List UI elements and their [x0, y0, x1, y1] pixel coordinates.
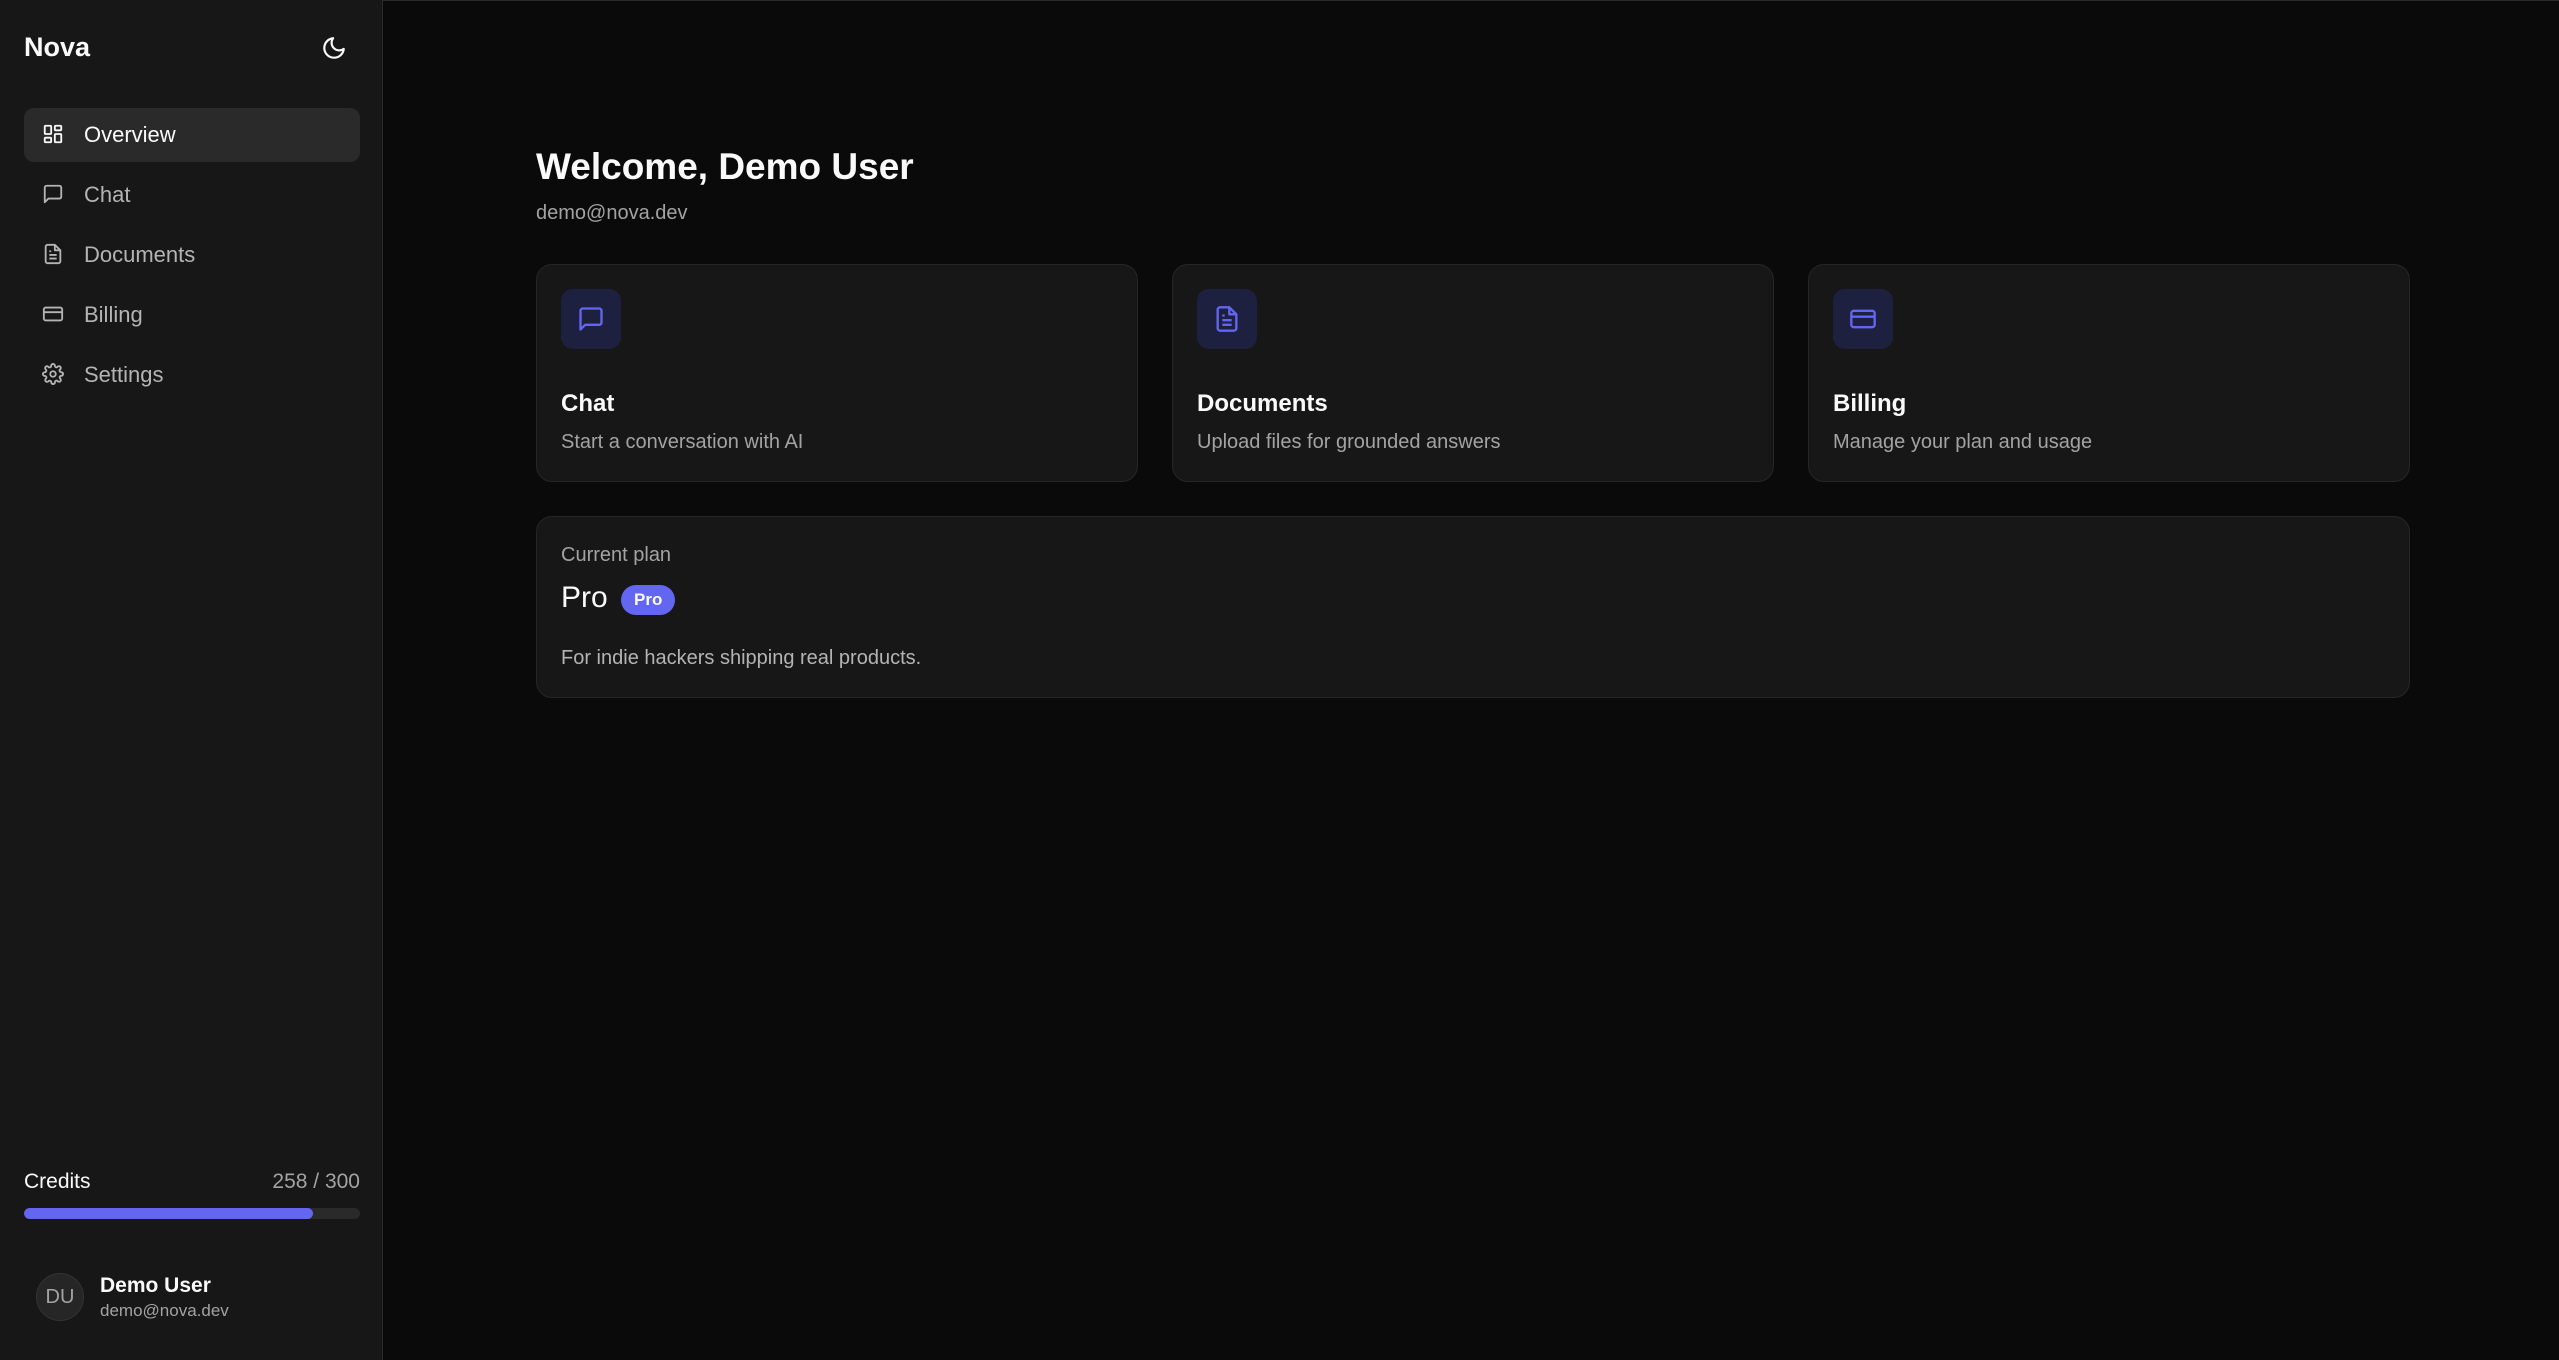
credits-label: Credits: [24, 1170, 91, 1193]
card-description: Manage your plan and usage: [1833, 431, 2093, 453]
moon-icon: [321, 35, 347, 66]
page-title: Welcome, Demo User: [536, 146, 914, 187]
chat-icon: [42, 183, 66, 207]
credits-value: 258 / 300: [272, 1170, 360, 1193]
card-title: Chat: [561, 390, 615, 417]
document-icon: [42, 243, 66, 267]
gear-icon: [42, 363, 66, 387]
chat-icon: [561, 289, 621, 349]
avatar: DU: [36, 1273, 84, 1321]
plan-description: For indie hackers shipping real products…: [561, 647, 922, 669]
user-email-subtitle: demo@nova.dev: [536, 202, 688, 224]
document-icon: [1197, 289, 1257, 349]
credits-panel: Credits 258 / 300: [24, 1170, 360, 1219]
sidebar-item-label: Settings: [84, 362, 164, 387]
card-documents[interactable]: Documents Upload files for grounded answ…: [1172, 264, 1774, 482]
brand-logo[interactable]: Nova: [24, 32, 90, 63]
quick-links: Chat Start a conversation with AI Docume…: [536, 264, 2410, 482]
sidebar-item-label: Documents: [84, 242, 196, 267]
sidebar-item-chat[interactable]: Chat: [24, 168, 360, 222]
sidebar-item-billing[interactable]: Billing: [24, 288, 360, 342]
plan-label: Current plan: [561, 544, 672, 566]
plan-badge: Pro: [621, 585, 676, 615]
sidebar-item-documents[interactable]: Documents: [24, 228, 360, 282]
sidebar-nav: Overview Chat Documents Billing Settings: [24, 108, 360, 408]
sidebar-item-overview[interactable]: Overview: [24, 108, 360, 162]
card-billing[interactable]: Billing Manage your plan and usage: [1808, 264, 2410, 482]
credits-progress-bar: [24, 1208, 360, 1219]
sidebar-item-label: Overview: [84, 122, 176, 147]
sidebar-item-label: Chat: [84, 182, 131, 207]
sidebar-item-label: Billing: [84, 302, 143, 327]
credit-card-icon: [42, 303, 66, 327]
card-description: Upload files for grounded answers: [1197, 431, 1501, 453]
card-chat[interactable]: Chat Start a conversation with AI: [536, 264, 1138, 482]
plan-name: Pro: [561, 581, 608, 614]
sidebar-item-settings[interactable]: Settings: [24, 348, 360, 402]
dashboard-icon: [42, 123, 66, 147]
credit-card-icon: [1833, 289, 1893, 349]
current-plan-card: Current plan Pro Pro For indie hackers s…: [536, 516, 2410, 698]
user-email: demo@nova.dev: [100, 1300, 229, 1320]
sidebar: Nova Overview Chat Documents Billing Set…: [0, 0, 383, 1360]
top-border: [0, 0, 2559, 1]
user-name: Demo User: [100, 1273, 211, 1297]
credits-progress-fill: [24, 1208, 313, 1219]
card-description: Start a conversation with AI: [561, 431, 804, 453]
user-profile[interactable]: DU Demo User demo@nova.dev: [24, 1260, 360, 1334]
theme-toggle-button[interactable]: [315, 31, 353, 69]
card-title: Documents: [1197, 390, 1328, 417]
card-title: Billing: [1833, 390, 1907, 417]
